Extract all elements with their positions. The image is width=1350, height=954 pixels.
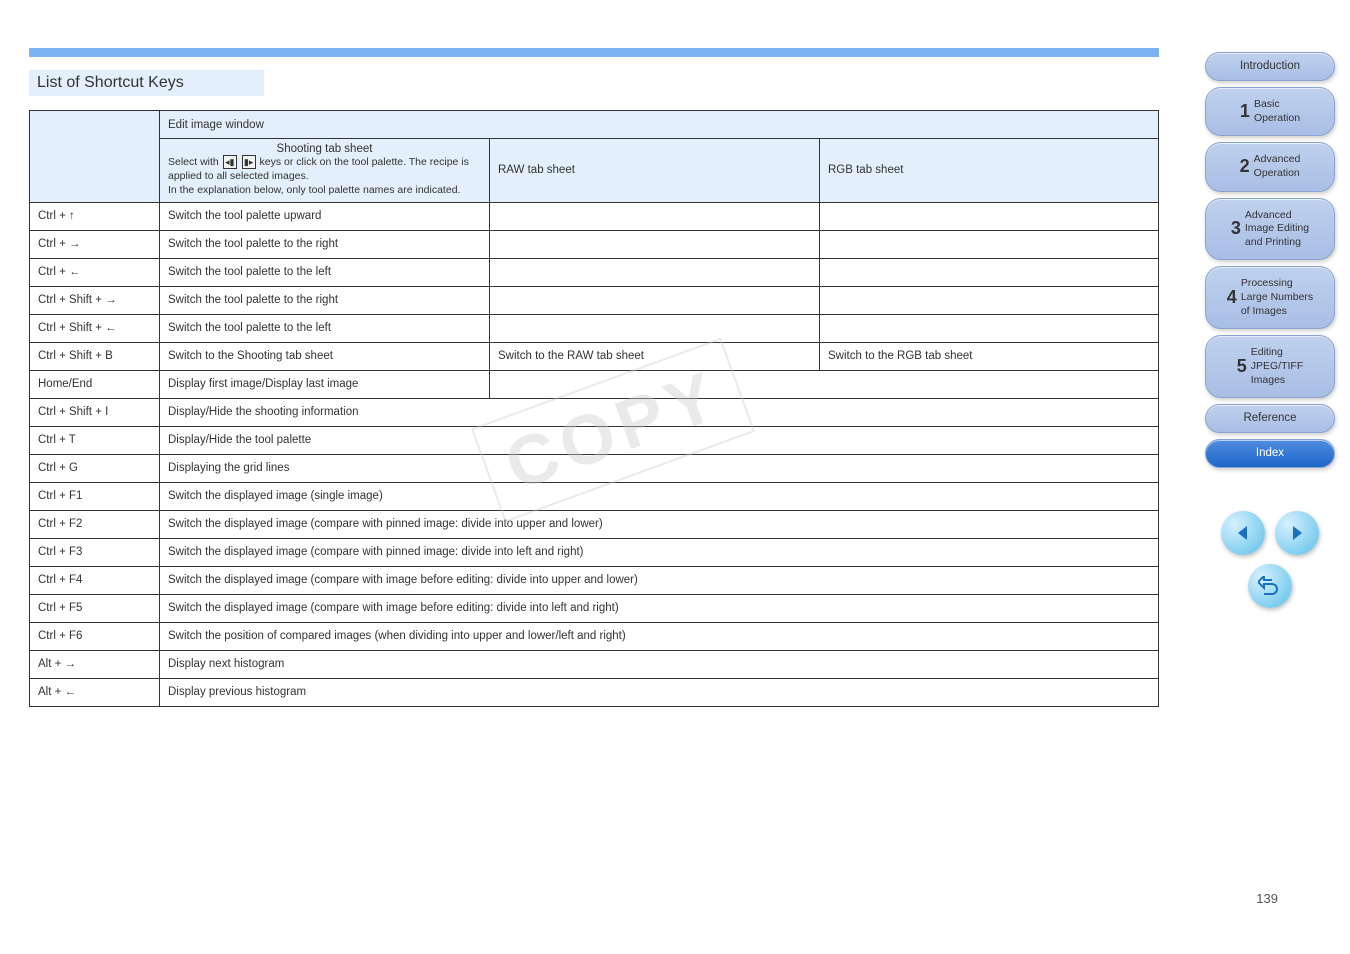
back-button[interactable] xyxy=(1248,564,1292,608)
page-number: 139 xyxy=(1256,891,1278,906)
col-header-shooting: Shooting tab sheet Select with ◂▮ ▮▸ key… xyxy=(160,139,490,203)
table-row: Ctrl + F4Switch the displayed image (com… xyxy=(30,566,1159,594)
table-row: Ctrl + ↑Switch the tool palette upward xyxy=(30,202,1159,230)
nav-chapter-number: 1 xyxy=(1240,100,1250,123)
nav-button-advanced[interactable]: 2AdvancedOperation xyxy=(1205,142,1335,191)
table-row-home-end: Home/End Display first image/Display las… xyxy=(30,370,1159,398)
table-row: Ctrl + Shift + IDisplay/Hide the shootin… xyxy=(30,398,1159,426)
section-title: List of Shortcut Keys xyxy=(29,70,264,96)
table-row: Ctrl + F6Switch the position of compared… xyxy=(30,622,1159,650)
table-row: Alt + ←Display previous histogram xyxy=(30,678,1159,706)
table-row: Ctrl + Shift + →Switch the tool palette … xyxy=(30,286,1159,314)
nav-label: Index xyxy=(1256,447,1284,459)
nav-button-introduction[interactable]: Introduction xyxy=(1205,52,1335,81)
col-header-raw: RAW tab sheet xyxy=(490,139,820,203)
nav-label: BasicOperation xyxy=(1254,98,1300,125)
nav-chapter-number: 4 xyxy=(1227,286,1237,309)
table-row: Ctrl + F5Switch the displayed image (com… xyxy=(30,594,1159,622)
table-row: Alt + →Display next histogram xyxy=(30,650,1159,678)
header-accent-bar xyxy=(29,48,1159,57)
nav-chapter-number: 2 xyxy=(1240,155,1250,178)
nav-button-index[interactable]: Index xyxy=(1205,439,1335,468)
section-title-text: List of Shortcut Keys xyxy=(37,74,184,91)
shortcut-table: Edit image window Shooting tab sheet Sel… xyxy=(29,110,1159,707)
sidebar-nav: Introduction 1BasicOperation 2AdvancedOper… xyxy=(1190,46,1350,614)
table-row: Ctrl + TDisplay/Hide the tool palette xyxy=(30,426,1159,454)
nav-label: AdvancedImage Editingand Printing xyxy=(1245,209,1309,250)
tool-next-icon: ▮▸ xyxy=(242,155,256,169)
nav-button-processing[interactable]: 4ProcessingLarge Numbersof Images xyxy=(1205,266,1335,329)
nav-label: Introduction xyxy=(1240,60,1300,72)
nav-label: AdvancedOperation xyxy=(1254,153,1301,180)
table-row: Ctrl + F3Switch the displayed image (com… xyxy=(30,538,1159,566)
col-header-note: Select with ◂▮ ▮▸ keys or click on the t… xyxy=(168,155,481,183)
nav-button-editing[interactable]: 5EditingJPEG/TIFFImages xyxy=(1205,335,1335,398)
table-row: Ctrl + F2Switch the displayed image (com… xyxy=(30,510,1159,538)
nav-label: EditingJPEG/TIFFImages xyxy=(1251,346,1304,387)
nav-button-basic[interactable]: 1BasicOperation xyxy=(1205,87,1335,136)
col-header-rgb: RGB tab sheet xyxy=(820,139,1159,203)
nav-button-reference[interactable]: Reference xyxy=(1205,404,1335,433)
col-top-span: Edit image window xyxy=(160,111,1159,139)
nav-chapter-number: 5 xyxy=(1237,355,1247,378)
prev-page-button[interactable] xyxy=(1221,511,1265,555)
table-row: Ctrl + F1Switch the displayed image (sin… xyxy=(30,482,1159,510)
table-row: Ctrl + →Switch the tool palette to the r… xyxy=(30,230,1159,258)
pager xyxy=(1190,508,1350,614)
nav-button-advanced[interactable]: 3AdvancedImage Editingand Printing xyxy=(1205,198,1335,261)
nav-label: Reference xyxy=(1243,412,1296,424)
tool-prev-icon: ◂▮ xyxy=(223,155,237,169)
nav-chapter-number: 3 xyxy=(1231,217,1241,240)
nav-label: ProcessingLarge Numbersof Images xyxy=(1241,277,1313,318)
table-row: Ctrl + Shift + ←Switch the tool palette … xyxy=(30,314,1159,342)
table-row: Ctrl + ←Switch the tool palette to the l… xyxy=(30,258,1159,286)
table-row: Ctrl + Shift + BSwitch to the Shooting t… xyxy=(30,342,1159,370)
table-row: Ctrl + GDisplaying the grid lines xyxy=(30,454,1159,482)
col-blank xyxy=(30,111,160,203)
next-page-button[interactable] xyxy=(1275,511,1319,555)
